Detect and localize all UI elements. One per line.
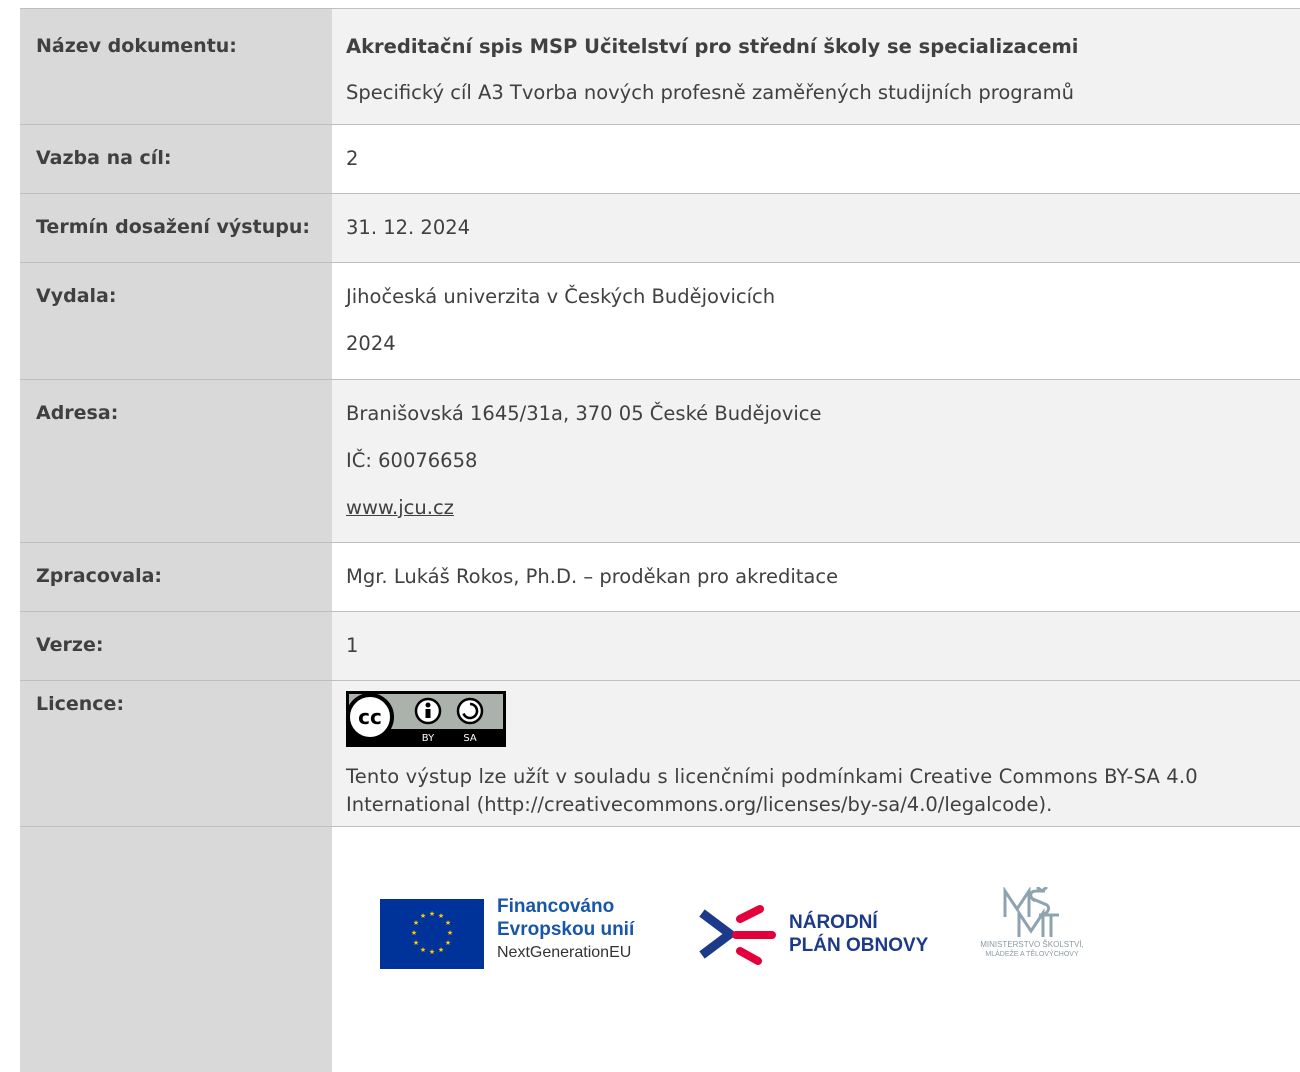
row-deadline: Termín dosažení výstupu: 31. 12. 2024 bbox=[20, 194, 1300, 263]
row-value-cell: 1 bbox=[332, 612, 1300, 680]
row-value-cell: cc BY SA Tento výstup lze užít v souladu… bbox=[332, 681, 1300, 826]
row-label-cell: Vazba na cíl: bbox=[20, 125, 332, 193]
document-subtitle: Specifický cíl A3 Tvorba nových profesně… bbox=[346, 81, 1074, 104]
eu-logo-text: Financováno Evropskou unií NextGeneratio… bbox=[497, 895, 634, 965]
msmt-logo-line-1: MINISTERSTVO ŠKOLSTVÍ, bbox=[980, 940, 1084, 949]
msmt-logo-text: MINISTERSTVO ŠKOLSTVÍ, MLÁDEŽE A TĚLOVÝC… bbox=[962, 940, 1102, 959]
svg-text:★: ★ bbox=[447, 929, 453, 937]
svg-text:★: ★ bbox=[413, 939, 419, 947]
license-text: Tento výstup lze užít v souladu s licenč… bbox=[346, 763, 1300, 819]
row-label-cell: Licence: bbox=[20, 681, 332, 826]
svg-text:★: ★ bbox=[420, 946, 426, 954]
eu-logo-line-2: Evropskou unií bbox=[497, 919, 635, 940]
issuer-name: Jihočeská univerzita v Českých Budějovic… bbox=[346, 285, 776, 308]
row-value-cell: Branišovská 1645/31a, 370 05 České Buděj… bbox=[332, 380, 1300, 542]
cc-by-sa-badge-icon: cc BY SA bbox=[346, 691, 506, 747]
deadline-value: 31. 12. 2024 bbox=[346, 216, 471, 239]
eu-logo-line-3: NextGenerationEU bbox=[497, 944, 632, 961]
svg-text:★: ★ bbox=[420, 912, 426, 920]
label-goal: Vazba na cíl: bbox=[36, 147, 172, 169]
svg-text:★: ★ bbox=[429, 948, 435, 956]
funding-logos: ★ ★ ★ ★ ★ ★ ★ ★ ★ ★ ★ ★ Financováno Evro… bbox=[346, 827, 1300, 1072]
svg-text:★: ★ bbox=[413, 919, 419, 927]
svg-text:★: ★ bbox=[445, 919, 451, 927]
label-license: Licence: bbox=[36, 693, 125, 715]
label-version: Verze: bbox=[36, 634, 104, 656]
row-value-cell: 31. 12. 2024 bbox=[332, 194, 1300, 262]
label-document-name: Název dokumentu: bbox=[36, 35, 237, 57]
row-label-cell: Zpracovala: bbox=[20, 543, 332, 611]
row-value-cell: 2 bbox=[332, 125, 1300, 193]
row-label-cell: Verze: bbox=[20, 612, 332, 680]
row-version: Verze: 1 bbox=[20, 612, 1300, 681]
issue-year: 2024 bbox=[346, 332, 396, 355]
version-value: 1 bbox=[346, 634, 359, 657]
row-address: Adresa: Branišovská 1645/31a, 370 05 Čes… bbox=[20, 380, 1300, 543]
label-deadline: Termín dosažení výstupu: bbox=[36, 216, 310, 238]
row-license: Licence: cc BY SA Tento výstup lze užít … bbox=[20, 681, 1300, 827]
msmt-logo-icon bbox=[1003, 887, 1059, 937]
row-goal: Vazba na cíl: 2 bbox=[20, 125, 1300, 194]
label-address: Adresa: bbox=[36, 402, 119, 424]
row-label-cell bbox=[20, 827, 332, 1072]
svg-text:★: ★ bbox=[438, 912, 444, 920]
row-issued: Vydala: Jihočeská univerzita v Českých B… bbox=[20, 263, 1300, 380]
license-text-line-1: Tento výstup lze užít v souladu s licenč… bbox=[346, 765, 1198, 788]
label-issued: Vydala: bbox=[36, 285, 117, 307]
address-street: Branišovská 1645/31a, 370 05 České Buděj… bbox=[346, 402, 822, 425]
row-funding-logos: ★ ★ ★ ★ ★ ★ ★ ★ ★ ★ ★ ★ Financováno Evro… bbox=[20, 827, 1300, 1072]
row-value-cell: Mgr. Lukáš Rokos, Ph.D. – proděkan pro a… bbox=[332, 543, 1300, 611]
svg-text:cc: cc bbox=[358, 705, 382, 729]
svg-text:★: ★ bbox=[445, 939, 451, 947]
npo-logo-text: NÁRODNÍ PLÁN OBNOVY bbox=[789, 911, 928, 957]
eu-logo-line-1: Financováno bbox=[497, 896, 615, 917]
row-value-cell: Akreditační spis MSP Učitelství pro stře… bbox=[332, 9, 1300, 124]
npo-logo-line-2: PLÁN OBNOVY bbox=[789, 935, 929, 956]
cc-by-label: BY bbox=[422, 733, 435, 744]
npo-logo-line-1: NÁRODNÍ bbox=[789, 912, 878, 933]
license-text-line-2: International (http://creativecommons.or… bbox=[346, 793, 1053, 816]
row-value-cell: ★ ★ ★ ★ ★ ★ ★ ★ ★ ★ ★ ★ Financováno Evro… bbox=[332, 827, 1300, 1072]
row-processed: Zpracovala: Mgr. Lukáš Rokos, Ph.D. – pr… bbox=[20, 543, 1300, 612]
row-document-name: Název dokumentu: Akreditační spis MSP Uč… bbox=[20, 9, 1300, 125]
processed-by: Mgr. Lukáš Rokos, Ph.D. – proděkan pro a… bbox=[346, 565, 839, 588]
row-label-cell: Název dokumentu: bbox=[20, 9, 332, 124]
document-info-table: Název dokumentu: Akreditační spis MSP Uč… bbox=[20, 8, 1300, 1072]
website-link[interactable]: www.jcu.cz bbox=[346, 496, 454, 519]
row-label-cell: Vydala: bbox=[20, 263, 332, 379]
row-value-cell: Jihočeská univerzita v Českých Budějovic… bbox=[332, 263, 1300, 379]
label-processed: Zpracovala: bbox=[36, 565, 163, 587]
row-label-cell: Adresa: bbox=[20, 380, 332, 542]
npo-logo-icon bbox=[699, 905, 776, 965]
goal-value: 2 bbox=[346, 147, 359, 170]
msmt-logo-line-2: MLÁDEŽE A TĚLOVÝCHOVY bbox=[985, 951, 1079, 958]
svg-text:★: ★ bbox=[429, 910, 435, 918]
svg-text:★: ★ bbox=[411, 929, 417, 937]
svg-text:★: ★ bbox=[438, 946, 444, 954]
eu-flag-icon: ★ ★ ★ ★ ★ ★ ★ ★ ★ ★ ★ ★ bbox=[380, 899, 484, 969]
document-title: Akreditační spis MSP Učitelství pro stře… bbox=[346, 35, 1079, 58]
row-label-cell: Termín dosažení výstupu: bbox=[20, 194, 332, 262]
address-ico: IČ: 60076658 bbox=[346, 449, 478, 472]
cc-sa-label: SA bbox=[463, 733, 477, 744]
